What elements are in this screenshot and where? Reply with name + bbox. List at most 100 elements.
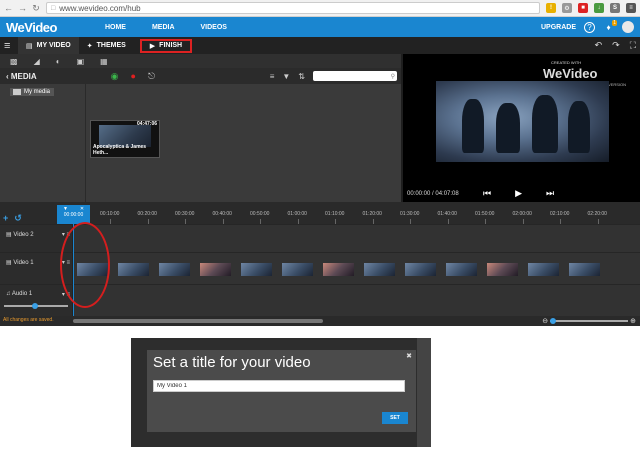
- record-icon[interactable]: ●: [131, 71, 136, 81]
- ruler-label: 01:20:00: [362, 211, 382, 217]
- search-icon: ⚲: [390, 73, 395, 80]
- forward-arrow-icon[interactable]: →: [18, 3, 27, 13]
- status-bar: All changes are saved. ⊖ ⊕: [0, 316, 640, 326]
- music-note-icon: ♫: [6, 291, 11, 297]
- app-root: ← → ↻ □ www.wevideo.com/hub ! ⚙ ■ ↓ S ≡ …: [0, 0, 640, 449]
- track-header: ♫ Audio 1 ▾ ≡: [0, 285, 73, 316]
- ripple-icon[interactable]: ↺: [14, 213, 22, 224]
- browser-menu-icon[interactable]: ≡: [626, 3, 636, 13]
- image-icon[interactable]: ◢: [34, 57, 40, 66]
- adblock-icon[interactable]: ■: [578, 3, 588, 13]
- tab-my-video[interactable]: ▤ MY VIDEO: [18, 37, 79, 54]
- backdrop-edge: [417, 338, 431, 447]
- set-button[interactable]: SET: [382, 412, 408, 424]
- wevideo-logo[interactable]: WeVideo: [6, 20, 57, 35]
- playback-controls: ⏮ ▶ ⏭: [483, 188, 554, 199]
- media-header: ‹ MEDIA ◉ ● ⎋ ≡ ▼ ⇅ ⚲: [0, 68, 403, 84]
- undo-icon[interactable]: ↶: [595, 40, 603, 51]
- watermark-logo: WeVideo: [543, 66, 598, 81]
- menu-icon[interactable]: ≡: [4, 40, 18, 52]
- ruler-label: 01:30:00: [400, 211, 420, 217]
- timeline-tools: + ↺: [3, 213, 22, 224]
- media-title: MEDIA: [10, 71, 37, 81]
- clip-grid: 04:47:06 Apocalyptica & James Heth...: [86, 84, 403, 202]
- zoom-in-icon[interactable]: ⊕: [630, 317, 636, 325]
- url-text: www.wevideo.com/hub: [59, 3, 141, 13]
- zoom-out-icon[interactable]: ⊖: [542, 317, 548, 325]
- redo-icon[interactable]: ↷: [612, 40, 620, 51]
- nav-home[interactable]: HOME: [105, 24, 126, 31]
- sort-icon[interactable]: ⇅: [298, 72, 305, 81]
- avatar[interactable]: [622, 21, 634, 33]
- extension-download-icon[interactable]: ↓: [594, 3, 604, 13]
- list-view-icon[interactable]: ≡: [270, 72, 275, 81]
- webcam-icon[interactable]: ◉: [111, 71, 119, 82]
- clip-filmstrip[interactable]: [77, 263, 600, 276]
- back-arrow-icon[interactable]: ←: [4, 3, 13, 13]
- track-label: ▤ Video 1: [6, 259, 34, 266]
- media-back-link[interactable]: ‹ MEDIA: [6, 72, 37, 81]
- upgrade-link[interactable]: UPGRADE: [541, 24, 576, 31]
- play-icon[interactable]: ▶: [515, 188, 522, 199]
- address-bar[interactable]: □ www.wevideo.com/hub: [46, 2, 540, 14]
- app-header: WeVideo HOME MEDIA VIDEOS UPGRADE ? ♦ 1: [0, 17, 640, 37]
- zoom-knob[interactable]: [550, 318, 557, 324]
- ruler-label: 00:10:00: [100, 211, 120, 217]
- ruler-label: 02:10:00: [550, 211, 570, 217]
- playhead-icons: ▼ ✕: [57, 205, 90, 212]
- help-icon[interactable]: ?: [584, 21, 595, 33]
- reload-icon[interactable]: ↻: [32, 3, 40, 14]
- fullscreen-icon[interactable]: ⛶: [630, 40, 636, 51]
- preview-frame[interactable]: [436, 81, 609, 162]
- timeline-scrollbar[interactable]: [73, 319, 323, 323]
- add-track-icon[interactable]: +: [3, 213, 8, 224]
- filmstrip-frame: [569, 263, 600, 276]
- tab-bar-actions: ↶ ↷ ⛶: [595, 40, 636, 51]
- figure-shape: [496, 103, 520, 153]
- figure-shape: [462, 99, 484, 153]
- media-clip[interactable]: 04:47:06 Apocalyptica & James Heth...: [90, 120, 160, 158]
- media-search-input[interactable]: ⚲: [313, 71, 397, 81]
- extension-puzzle-icon[interactable]: ⚙: [562, 3, 572, 13]
- extension-s-icon[interactable]: S: [610, 3, 620, 13]
- contrast-icon[interactable]: ◐: [56, 57, 61, 66]
- film-icon: ▤: [26, 42, 33, 50]
- layers-icon[interactable]: ▣: [77, 57, 85, 66]
- export-icon: ▶: [149, 42, 156, 50]
- track-name: Audio 1: [11, 291, 33, 297]
- skip-forward-icon[interactable]: ⏭: [546, 188, 554, 199]
- folder-my-media[interactable]: My media: [10, 88, 54, 96]
- ruler-label: 01:50:00: [475, 211, 495, 217]
- editor-tab-bar: ≡ ▤ MY VIDEO ✦ THEMES ▶ FINISH ↶ ↷ ⛶: [0, 37, 640, 54]
- extension-warning-icon[interactable]: !: [546, 3, 556, 13]
- video-title-input[interactable]: [153, 380, 405, 392]
- media-header-right: ≡ ▼ ⇅ ⚲: [270, 71, 397, 81]
- ruler-label: 01:40:00: [437, 211, 457, 217]
- video-preview: CREATED WITH WeVideo FREE VERSION 00:00:…: [403, 54, 640, 202]
- close-icon[interactable]: ✖: [406, 352, 412, 360]
- filmstrip-frame: [323, 263, 354, 276]
- time-ruler[interactable]: + ↺ ▼ ✕ 00:00:00 00:10:00 00:20:00 00:30:0…: [0, 202, 640, 224]
- filmstrip-frame: [487, 263, 518, 276]
- zoom-control: ⊖ ⊕: [542, 317, 636, 325]
- track-label: ▤ Video 2: [6, 231, 34, 238]
- zoom-slider[interactable]: [550, 318, 629, 324]
- microphone-icon[interactable]: ⎋: [148, 71, 155, 82]
- filmstrip-frame: [118, 263, 149, 276]
- playhead-time: 00:00:00: [63, 212, 84, 218]
- filter-icon[interactable]: ▼: [282, 72, 290, 81]
- skip-back-icon[interactable]: ⏮: [483, 188, 491, 199]
- nav-videos[interactable]: VIDEOS: [201, 24, 227, 31]
- figure-shape: [532, 95, 558, 153]
- folder-media-icon[interactable]: ▩: [10, 57, 18, 66]
- graphics-icon[interactable]: ▦: [100, 57, 108, 66]
- tab-themes[interactable]: ✦ THEMES: [79, 37, 134, 54]
- filmstrip-frame: [364, 263, 395, 276]
- clip-duration: 04:47:06: [136, 121, 157, 127]
- tab-finish[interactable]: ▶ FINISH: [139, 38, 193, 53]
- volume-knob[interactable]: [32, 303, 38, 309]
- folder-list: My media: [0, 84, 86, 202]
- bell-icon[interactable]: ♦ 1: [603, 19, 617, 33]
- ruler-label: 01:00:00: [287, 211, 307, 217]
- nav-media[interactable]: MEDIA: [152, 24, 175, 31]
